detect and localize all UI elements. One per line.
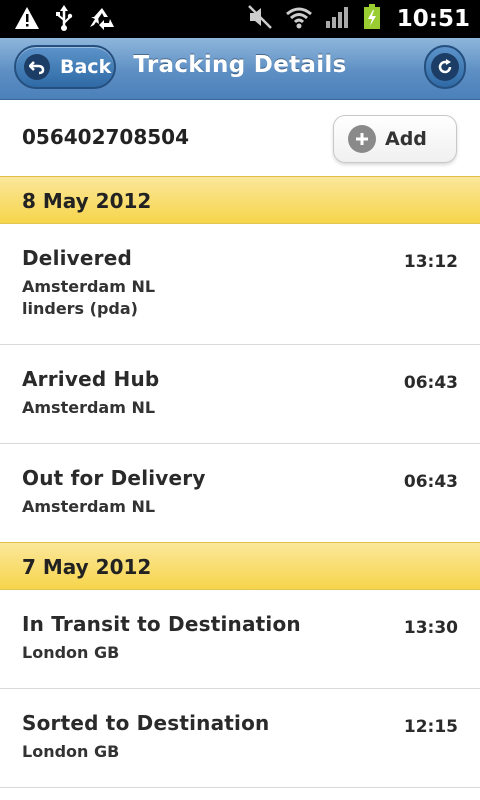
date-header: 7 May 2012 — [0, 542, 480, 590]
recycle-icon — [88, 6, 116, 34]
status-bar: 10:51 — [0, 0, 480, 38]
event-location: Amsterdam NL — [22, 398, 156, 417]
tracking-event[interactable]: In Transit to Destination London GB 13:3… — [0, 590, 480, 689]
event-time: 06:43 — [403, 373, 458, 393]
event-status: In Transit to Destination — [22, 612, 301, 636]
refresh-button[interactable] — [424, 45, 466, 89]
tracking-event[interactable]: Out for Delivery Amsterdam NL 06:43 — [0, 444, 480, 542]
plus-icon — [348, 125, 376, 153]
event-time: 13:30 — [403, 618, 458, 638]
date-label: 8 May 2012 — [22, 189, 152, 213]
event-status: Sorted to Destination — [22, 711, 270, 735]
app-header: Back Tracking Details — [0, 38, 480, 100]
date-label: 7 May 2012 — [22, 555, 152, 579]
event-status: Out for Delivery — [22, 466, 206, 490]
mute-icon — [247, 4, 273, 34]
tracking-number-row: 056402708504 Add — [0, 100, 480, 176]
tracking-event[interactable]: Delivered Amsterdam NL linders (pda) 13:… — [0, 224, 480, 345]
wifi-icon — [285, 5, 313, 33]
signal-icon — [325, 5, 351, 33]
add-button-label: Add — [385, 128, 427, 150]
tracking-event[interactable]: Sorted to Destination London GB 12:15 — [0, 689, 480, 788]
add-button[interactable]: Add — [333, 115, 457, 163]
tracking-event[interactable]: Arrived Hub Amsterdam NL 06:43 — [0, 345, 480, 444]
event-time: 13:12 — [403, 252, 458, 272]
refresh-icon — [431, 53, 459, 81]
event-time: 06:43 — [403, 472, 458, 492]
page-title: Tracking Details — [133, 52, 347, 78]
usb-icon — [54, 5, 74, 35]
event-location: Amsterdam NL — [22, 277, 156, 296]
event-status: Arrived Hub — [22, 367, 160, 391]
event-location: Amsterdam NL — [22, 497, 156, 516]
event-status: Delivered — [22, 246, 133, 270]
event-detail: linders (pda) — [22, 299, 138, 318]
battery-charging-icon — [363, 4, 381, 34]
event-location: London GB — [22, 742, 120, 761]
warning-icon — [14, 6, 40, 34]
event-location: London GB — [22, 643, 120, 662]
date-header: 8 May 2012 — [0, 176, 480, 224]
tracking-number: 056402708504 — [22, 125, 189, 149]
event-time: 12:15 — [403, 717, 458, 737]
status-time: 10:51 — [396, 6, 470, 32]
